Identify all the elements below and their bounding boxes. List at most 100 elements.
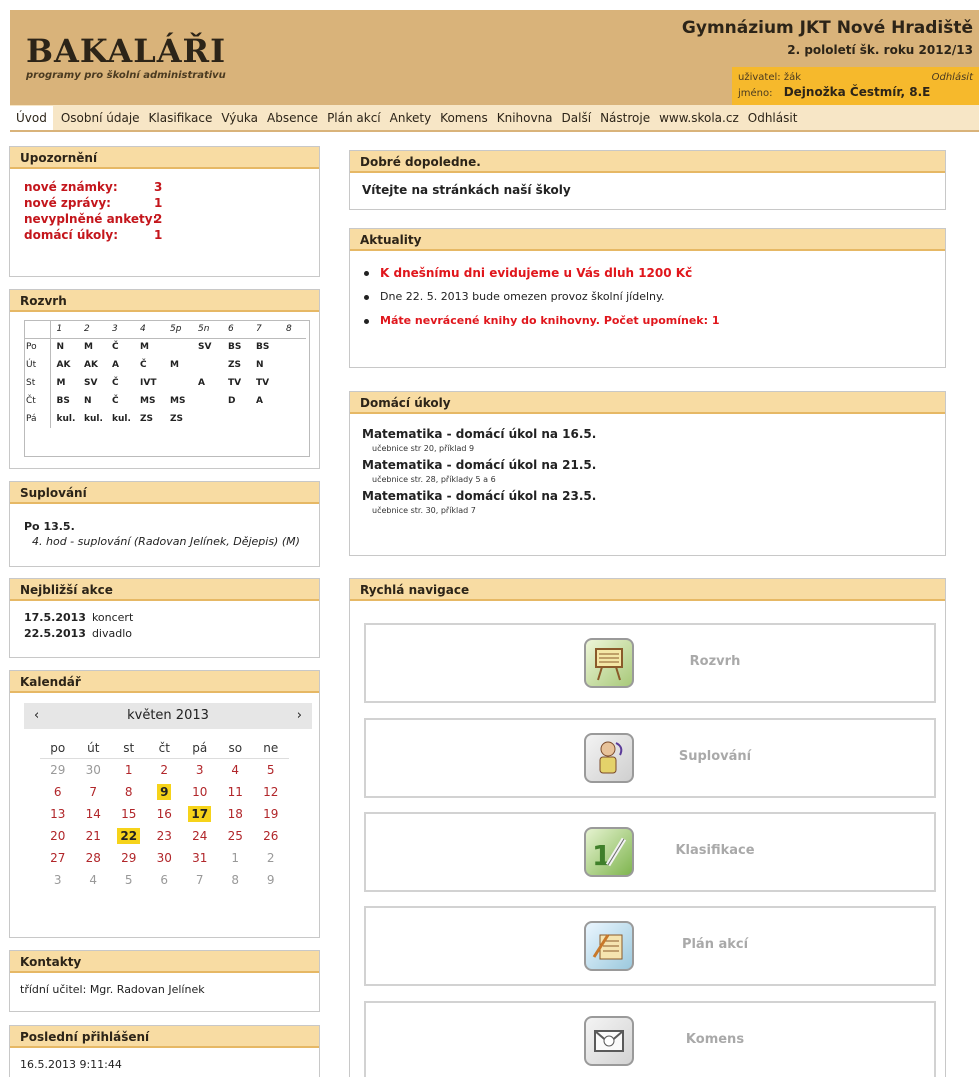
calendar-day[interactable]: 6 (40, 781, 76, 803)
nav-plan-akci[interactable]: Plán akcí (327, 111, 381, 125)
warn-nove-zpravy[interactable]: nové zprávy: 1 (24, 195, 305, 211)
nav-osobni-udaje[interactable]: Osobní údaje (61, 111, 140, 125)
calendar-day[interactable]: 26 (253, 825, 289, 847)
calendar-day[interactable]: 30 (76, 759, 112, 781)
nav-odhlasit[interactable]: Odhlásit (748, 111, 798, 125)
calendar-day[interactable]: 7 (182, 869, 218, 891)
calendar-day[interactable]: 14 (76, 803, 112, 825)
tt-header: 6 (222, 320, 250, 339)
header-logout-link[interactable]: Odhlásit (932, 70, 973, 85)
calendar-day[interactable]: 16 (147, 803, 183, 825)
calendar-day[interactable]: 5 (111, 869, 147, 891)
warn-nove-znamky[interactable]: nové známky: 3 (24, 179, 305, 195)
rozvrh-panel: Rozvrh 1 2 3 4 5p 5n 6 7 8 Po N M Č M SV BS BS… (9, 289, 320, 469)
calendar-dow: čt (146, 737, 182, 759)
calendar-day[interactable]: 19 (253, 803, 289, 825)
calendar-day[interactable]: 13 (40, 803, 76, 825)
calendar-day[interactable]: 3 (40, 869, 76, 891)
calendar-day[interactable]: 6 (147, 869, 183, 891)
calendar-day-highlighted[interactable]: 17 (182, 803, 218, 825)
school-name: Gymnázium JKT Nové Hradiště (681, 18, 973, 38)
nav-skola-link[interactable]: www.skola.cz (659, 111, 739, 125)
news-item[interactable]: Máte nevrácené knihy do knihovny. Počet … (364, 309, 945, 333)
nav-vyuka[interactable]: Výuka (221, 111, 258, 125)
tt-row-st: St M SV Č IVT A TV TV (24, 374, 306, 392)
quick-nav-label: Plán akcí (681, 937, 749, 952)
calendar-day[interactable]: 18 (218, 803, 254, 825)
quick-nav-komens[interactable]: Komens (364, 1001, 936, 1077)
calendar-day[interactable]: 2 (147, 759, 183, 781)
prihlaseni-text: 16.5.2013 9:11:44 (20, 1058, 122, 1071)
nav-absence[interactable]: Absence (267, 111, 318, 125)
calendar-day[interactable]: 27 (40, 847, 76, 869)
chevron-left-icon[interactable]: ‹ (34, 703, 39, 729)
nav-knihovna[interactable]: Knihovna (497, 111, 553, 125)
calendar-day[interactable]: 11 (218, 781, 254, 803)
prihlaseni-panel: Poslední přihlášení 16.5.2013 9:11:44 (9, 1025, 320, 1077)
suplovani-line: 4. hod - suplování (Radovan Jelínek, Děj… (32, 535, 300, 548)
homework-note: učebnice str 20, příklad 9 (372, 444, 475, 453)
tt-row-po: Po N M Č M SV BS BS (24, 338, 306, 356)
warn-domaci-ukoly[interactable]: domácí úkoly: 1 (24, 227, 305, 243)
homework-title[interactable]: Matematika - domácí úkol na 21.5. (362, 458, 933, 472)
akce-row[interactable]: 17.5.2013 koncert (24, 610, 305, 626)
chevron-right-icon[interactable]: › (297, 703, 302, 729)
calendar-day[interactable]: 23 (147, 825, 183, 847)
quick-nav-plan-akci[interactable]: Plán akcí (364, 906, 936, 986)
nav-uvod[interactable]: Úvod (10, 105, 53, 130)
news-item[interactable]: Dne 22. 5. 2013 bude omezen provoz školn… (364, 285, 945, 309)
homework-note: učebnice str. 28, příklady 5 a 6 (372, 475, 496, 484)
nav-klasifikace[interactable]: Klasifikace (149, 111, 213, 125)
nav-dalsi[interactable]: Další (562, 111, 592, 125)
calendar-day[interactable]: 15 (111, 803, 147, 825)
homework-title[interactable]: Matematika - domácí úkol na 16.5. (362, 427, 933, 441)
calendar-day[interactable]: 31 (182, 847, 218, 869)
calendar-day[interactable]: 1 (111, 759, 147, 781)
calendar-day[interactable]: 4 (76, 869, 112, 891)
greeting-text: Vítejte na stránkách naší školy (362, 183, 571, 197)
nav-nastroje[interactable]: Nástroje (600, 111, 650, 125)
calendar-day[interactable]: 8 (218, 869, 254, 891)
suplovani-panel: Suplování Po 13.5. 4. hod - suplování (R… (9, 481, 320, 567)
news-item[interactable]: K dnešnímu dni evidujeme u Vás dluh 1200… (364, 261, 945, 285)
calendar-day[interactable]: 30 (147, 847, 183, 869)
calendar-day[interactable]: 5 (253, 759, 289, 781)
calendar-day-highlighted[interactable]: 22 (111, 825, 147, 847)
nav-komens[interactable]: Komens (440, 111, 488, 125)
user-name: Dejnožka Čestmír, 8.E (783, 85, 931, 99)
calendar-day[interactable]: 29 (111, 847, 147, 869)
calendar-day[interactable]: 29 (40, 759, 76, 781)
akce-row[interactable]: 22.5.2013 divadlo (24, 626, 305, 642)
calendar-grid: po út st čt pá so ne 29 30 1 2 3 4 5 6 7… (40, 737, 289, 891)
warn-ankety[interactable]: nevyplněné ankety: 2 (24, 211, 305, 227)
aktuality-panel: Aktuality K dnešnímu dni evidujeme u Vás… (349, 228, 946, 368)
timetable[interactable]: 1 2 3 4 5p 5n 6 7 8 Po N M Č M SV BS BS Út AK A… (24, 320, 306, 428)
calendar-day[interactable]: 4 (218, 759, 254, 781)
calendar-day[interactable]: 2 (253, 847, 289, 869)
calendar-day[interactable]: 20 (40, 825, 76, 847)
calendar-day[interactable]: 1 (218, 847, 254, 869)
homework-title[interactable]: Matematika - domácí úkol na 23.5. (362, 489, 933, 503)
calendar-day[interactable]: 9 (253, 869, 289, 891)
calendar-day[interactable]: 8 (111, 781, 147, 803)
calendar-dow: út (75, 737, 111, 759)
calendar-day[interactable]: 12 (253, 781, 289, 803)
aktuality-title: Aktuality (350, 229, 945, 251)
calendar-dow: st (111, 737, 147, 759)
akce-panel: Nejbližší akce 17.5.2013 koncert 22.5.201… (9, 578, 320, 658)
calendar-day[interactable]: 21 (76, 825, 112, 847)
tt-header: 5n (192, 320, 222, 339)
quick-nav-suplovani[interactable]: Suplování (364, 718, 936, 798)
quick-nav-rozvrh[interactable]: Rozvrh (364, 623, 936, 703)
calendar-day[interactable]: 24 (182, 825, 218, 847)
tt-header: 7 (250, 320, 280, 339)
quick-nav-klasifikace[interactable]: 1 Klasifikace (364, 812, 936, 892)
calendar-day-highlighted[interactable]: 9 (147, 781, 183, 803)
calendar-day[interactable]: 28 (76, 847, 112, 869)
calendar-day[interactable]: 25 (218, 825, 254, 847)
nav-ankety[interactable]: Ankety (390, 111, 432, 125)
calendar-day[interactable]: 3 (182, 759, 218, 781)
calendar-day[interactable]: 7 (76, 781, 112, 803)
calendar-day[interactable]: 10 (182, 781, 218, 803)
quick-nav-label: Komens (685, 1032, 745, 1047)
